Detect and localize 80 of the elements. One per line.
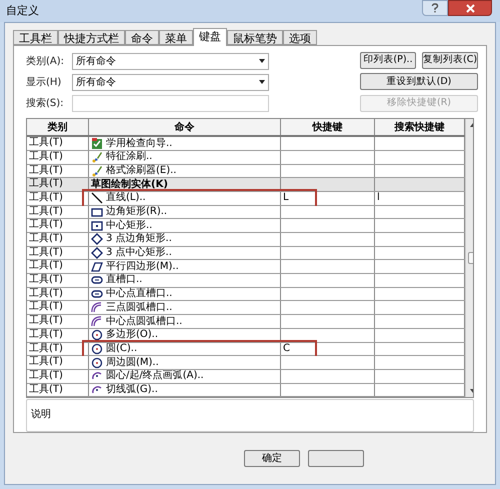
tab[interactable]: 快捷方式栏 <box>58 30 125 45</box>
field-label: 显示(H) <box>26 76 62 90</box>
table-cell[interactable]: 直线(L).. <box>106 192 146 204</box>
table-row[interactable]: 工具(T) 平行四边形(M).. <box>27 260 465 274</box>
table-cell: 工具(T) <box>27 342 89 356</box>
column-header[interactable]: 快捷键 <box>281 119 375 136</box>
tab[interactable]: 菜单 <box>159 30 193 45</box>
table-cell: 工具(T) <box>27 288 89 300</box>
description-label: 说明 <box>31 409 51 420</box>
table-cell: 工具(T) <box>27 370 89 383</box>
list-button[interactable]: 印列表(P).. <box>360 52 416 69</box>
table-cell: 工具(T) <box>27 315 89 328</box>
table-cell: 工具(T) <box>27 260 89 274</box>
column-header[interactable]: 命令 <box>89 119 281 136</box>
ok-button[interactable]: 确定 <box>244 450 300 467</box>
table-cell[interactable]: 边角矩形(R).. <box>106 206 168 218</box>
list-button[interactable]: 复制列表(C) <box>422 52 478 69</box>
dropdown[interactable]: 所有命令 <box>72 74 269 90</box>
table-cell: 工具(T) <box>27 301 89 314</box>
list-button[interactable]: 重设到默认(D) <box>360 73 478 90</box>
table-cell[interactable]: 平行四边形(M).. <box>106 260 179 273</box>
table-cell[interactable]: 切线弧(G).. <box>106 384 158 396</box>
table-cell: 工具(T) <box>27 233 89 246</box>
table-row[interactable]: 工具(T) 直槽口.. <box>27 274 465 288</box>
table-row[interactable]: 工具(T) 特征涂刷.. <box>27 150 465 165</box>
field-label: 搜索(S): <box>26 96 65 110</box>
table-cell[interactable]: 中心矩形.. <box>106 220 152 232</box>
table-row[interactable]: 工具(T) 圆(C).. C <box>27 342 465 356</box>
table-row[interactable]: 工具(T) 中心点直槽口.. <box>27 288 465 302</box>
table-cell[interactable]: 多边形(O).. <box>106 329 158 342</box>
table-cell[interactable]: 圆心/起/终点画弧(A).. <box>106 370 204 382</box>
table-row[interactable]: 工具(T) 3 点边角矩形.. <box>27 233 465 247</box>
tab[interactable]: 选项 <box>283 30 317 45</box>
table-cell: 工具(T) <box>27 328 89 342</box>
table-cell: L <box>283 192 289 203</box>
table-cell[interactable]: 学用检查向导.. <box>106 138 172 150</box>
table-cell[interactable]: 中心点直槽口.. <box>106 288 172 300</box>
table-cell: 工具(T) <box>27 206 89 218</box>
table-cell: 工具(T) <box>27 274 89 287</box>
table-cell: 工具(T) <box>27 219 89 232</box>
table-row[interactable]: 工具(T) 周边圆(M).. <box>27 356 465 370</box>
window-title: 自定义 <box>6 2 39 19</box>
table-cell[interactable]: 直槽口.. <box>106 274 142 286</box>
table-cell[interactable]: 圆(C).. <box>106 342 138 355</box>
table-row[interactable]: 工具(T) 草图绘制实体(K) <box>27 178 465 192</box>
tab[interactable]: 键盘 <box>193 28 227 46</box>
tab[interactable]: 工具栏 <box>13 30 58 45</box>
table-cell: C <box>283 342 290 354</box>
table-row[interactable]: 工具(T) 圆心/起/终点画弧(A).. <box>27 370 465 384</box>
tab[interactable]: 命令 <box>125 30 159 45</box>
table-cell[interactable]: 草图绘制实体(K) <box>91 178 168 191</box>
table-cell: 工具(T) <box>27 164 89 178</box>
table-cell: 工具(T) <box>27 246 89 260</box>
table-row[interactable]: 工具(T) 直线(L).. L l <box>27 192 465 206</box>
table-cell: 工具(T) <box>27 356 89 369</box>
table-cell[interactable]: 格式涂刷器(E).. <box>106 164 176 177</box>
table-cell: 工具(T) <box>27 192 89 205</box>
table-row[interactable]: 工具(T) 3 点中心矩形.. <box>27 246 465 260</box>
table-row[interactable]: 工具(T) 切线弧(G).. <box>27 384 465 398</box>
field-label: 类别(A): <box>26 54 66 68</box>
table-row[interactable]: 工具(T) 边角矩形(R).. <box>27 206 465 220</box>
table-row[interactable]: 工具(T) 中心矩形.. <box>27 219 465 234</box>
table-cell: l <box>377 192 380 203</box>
column-header[interactable]: 类别 <box>27 119 89 136</box>
table-cell[interactable]: 三点圆弧槽口.. <box>106 302 172 314</box>
table-cell: 工具(T) <box>27 178 89 191</box>
tab[interactable]: 鼠标笔势 <box>227 30 283 45</box>
table-cell: 工具(T) <box>27 137 89 150</box>
dropdown[interactable]: 所有命令 <box>72 52 269 70</box>
table-cell[interactable]: 3 点中心矩形.. <box>106 247 172 260</box>
table-cell: 工具(T) <box>27 384 89 396</box>
table-row[interactable]: 工具(T) 三点圆弧槽口.. <box>27 301 465 316</box>
table-row[interactable]: 工具(T) 格式涂刷器(E).. <box>27 164 465 178</box>
table-cell[interactable]: 特征涂刷.. <box>106 151 152 164</box>
table-cell[interactable]: 中心点圆弧槽口.. <box>106 316 182 328</box>
table-row[interactable]: 工具(T) 学用检查向导.. <box>27 137 465 151</box>
table-cell[interactable]: 3 点边角矩形.. <box>106 233 172 246</box>
table-cell[interactable]: 周边圆(M).. <box>106 356 159 369</box>
table-row[interactable]: 工具(T) 中心点圆弧槽口.. <box>27 315 465 329</box>
table-cell: 工具(T) <box>27 150 89 164</box>
